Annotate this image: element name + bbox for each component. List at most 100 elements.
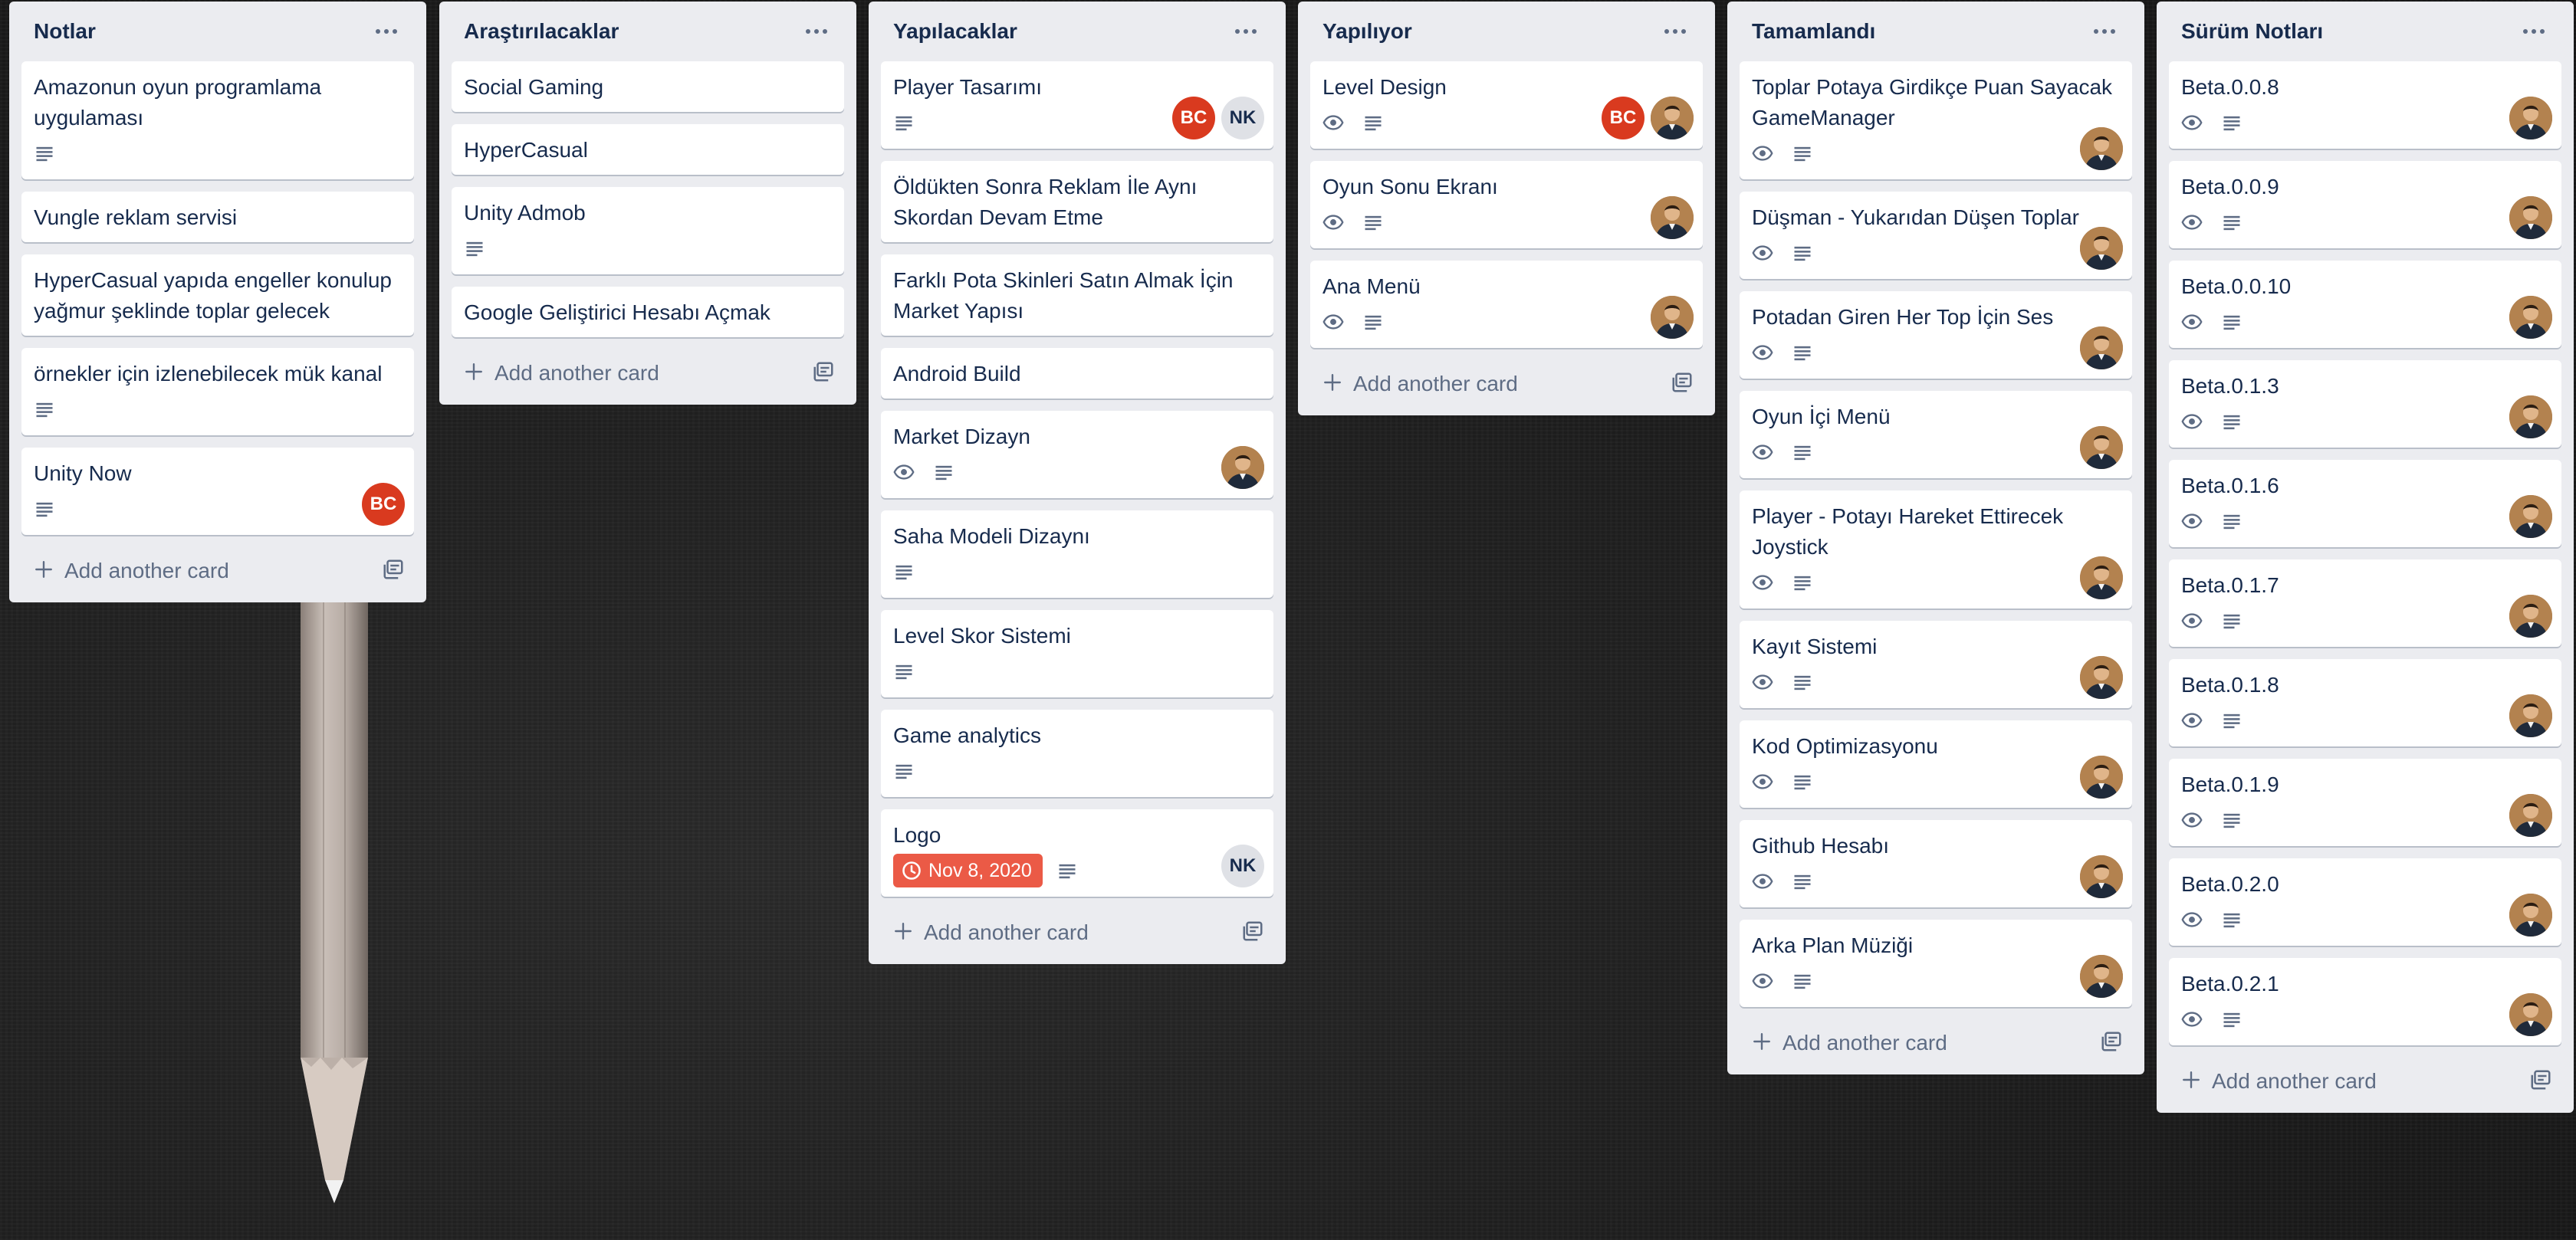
card[interactable]: Farklı Pota Skinleri Satın Almak İçin Ma… — [881, 254, 1273, 336]
card[interactable]: Kayıt Sistemi — [1740, 621, 2132, 708]
member-avatar[interactable] — [2080, 756, 2123, 799]
member-avatar[interactable] — [2080, 855, 2123, 898]
card[interactable]: Beta.0.0.10 — [2169, 261, 2561, 348]
member-avatar[interactable] — [2080, 955, 2123, 998]
card[interactable]: Öldükten Sonra Reklam İle Aynı Skordan D… — [881, 161, 1273, 242]
list-title[interactable]: Tamamlandı — [1752, 19, 1875, 44]
member-avatar-nk[interactable]: NK — [1221, 845, 1264, 887]
member-avatar[interactable] — [1651, 97, 1694, 139]
card[interactable]: Toplar Potaya Girdikçe Puan Sayacak Game… — [1740, 61, 2132, 179]
add-card-button[interactable]: Add another card — [1322, 372, 1518, 396]
list-title[interactable]: Notlar — [34, 19, 96, 44]
card[interactable]: HyperCasual yapıda engeller konulup yağm… — [21, 254, 414, 336]
member-avatar[interactable] — [2509, 296, 2552, 339]
member-avatar[interactable] — [2509, 694, 2552, 737]
add-card-label: Add another card — [1783, 1031, 1947, 1055]
more-icon[interactable] — [2518, 16, 2549, 47]
eye-icon — [2181, 406, 2221, 437]
add-card-button[interactable]: Add another card — [1752, 1031, 1947, 1055]
add-card-button[interactable]: Add another card — [34, 559, 229, 583]
card[interactable]: Beta.0.1.8 — [2169, 659, 2561, 746]
card[interactable]: Google Geliştirici Hesabı Açmak — [452, 287, 844, 337]
member-avatar[interactable] — [1651, 296, 1694, 339]
member-avatar[interactable] — [2509, 495, 2552, 538]
more-icon[interactable] — [2089, 16, 2120, 47]
member-avatar[interactable] — [2509, 97, 2552, 139]
card-members — [2080, 855, 2123, 898]
member-avatar[interactable] — [2080, 656, 2123, 699]
card[interactable]: Game analytics — [881, 710, 1273, 797]
card[interactable]: Github Hesabı — [1740, 820, 2132, 907]
card[interactable]: Beta.0.0.8 — [2169, 61, 2561, 149]
member-avatar[interactable] — [2509, 794, 2552, 837]
card[interactable]: Unity Admob — [452, 187, 844, 274]
card[interactable]: Vungle reklam servisi — [21, 192, 414, 242]
member-avatar[interactable] — [1651, 196, 1694, 239]
card[interactable]: Android Build — [881, 348, 1273, 399]
card[interactable]: Beta.0.2.1 — [2169, 958, 2561, 1045]
more-icon[interactable] — [1660, 16, 1691, 47]
due-date-badge[interactable]: Nov 8, 2020 — [893, 854, 1043, 887]
more-icon[interactable] — [371, 16, 402, 47]
template-icon[interactable] — [1241, 920, 1264, 946]
card[interactable]: Player - Potayı Hareket Ettirecek Joysti… — [1740, 490, 2132, 609]
card[interactable]: Social Gaming — [452, 61, 844, 112]
template-icon[interactable] — [2100, 1030, 2123, 1057]
card[interactable]: Potadan Giren Her Top İçin Ses — [1740, 291, 2132, 379]
card[interactable]: Beta.0.0.9 — [2169, 161, 2561, 248]
plus-icon — [2181, 1070, 2201, 1094]
template-icon[interactable] — [812, 360, 835, 387]
card[interactable]: Level Design BC — [1310, 61, 1703, 149]
more-icon[interactable] — [801, 16, 832, 47]
member-avatar[interactable] — [2080, 127, 2123, 170]
template-icon[interactable] — [2529, 1068, 2552, 1095]
card[interactable]: Player Tasarımı BC NK — [881, 61, 1273, 149]
member-avatar[interactable] — [2509, 395, 2552, 438]
card[interactable]: Beta.0.1.7 — [2169, 559, 2561, 647]
member-avatar[interactable] — [2509, 894, 2552, 937]
member-avatar[interactable] — [1221, 446, 1264, 489]
add-card-button[interactable]: Add another card — [2181, 1069, 2377, 1094]
card[interactable]: Market Dizayn — [881, 411, 1273, 498]
member-avatar-bc[interactable]: BC — [1602, 97, 1644, 139]
member-avatar[interactable] — [2509, 993, 2552, 1036]
card-members — [2509, 794, 2552, 837]
list-header: Notlar — [21, 2, 414, 61]
card[interactable]: Logo Nov 8, 2020 NK — [881, 809, 1273, 897]
card[interactable]: Ana Menü — [1310, 261, 1703, 348]
member-avatar-nk[interactable]: NK — [1221, 97, 1264, 139]
template-icon[interactable] — [1671, 371, 1694, 398]
more-icon[interactable] — [1230, 16, 1261, 47]
card[interactable]: Beta.0.2.0 — [2169, 858, 2561, 946]
card[interactable]: Beta.0.1.9 — [2169, 759, 2561, 846]
card[interactable]: Beta.0.1.6 — [2169, 460, 2561, 547]
card[interactable]: Saha Modeli Dizaynı — [881, 510, 1273, 598]
card[interactable]: Amazonun oyun programlama uygulaması — [21, 61, 414, 179]
card[interactable]: Level Skor Sistemi — [881, 610, 1273, 697]
eye-icon — [2181, 805, 2221, 835]
list-title[interactable]: Yapılıyor — [1322, 19, 1412, 44]
member-avatar[interactable] — [2080, 556, 2123, 599]
member-avatar[interactable] — [2509, 196, 2552, 239]
member-avatar[interactable] — [2080, 326, 2123, 369]
member-avatar[interactable] — [2509, 595, 2552, 638]
add-card-button[interactable]: Add another card — [893, 920, 1089, 945]
add-card-button[interactable]: Add another card — [464, 361, 659, 385]
card[interactable]: Oyun İçi Menü — [1740, 391, 2132, 478]
card[interactable]: örnekler için izlenebilecek mük kanal — [21, 348, 414, 435]
member-avatar-bc[interactable]: BC — [1172, 97, 1215, 139]
member-avatar[interactable] — [2080, 227, 2123, 270]
card[interactable]: Unity Now BC — [21, 448, 414, 535]
card[interactable]: Beta.0.1.3 — [2169, 360, 2561, 448]
list-title[interactable]: Sürüm Notları — [2181, 19, 2323, 44]
card[interactable]: Kod Optimizasyonu — [1740, 720, 2132, 808]
member-avatar[interactable] — [2080, 426, 2123, 469]
card[interactable]: HyperCasual — [452, 124, 844, 175]
template-icon[interactable] — [382, 558, 405, 585]
member-avatar-bc[interactable]: BC — [362, 483, 405, 526]
list-title[interactable]: Araştırılacaklar — [464, 19, 619, 44]
card[interactable]: Oyun Sonu Ekranı — [1310, 161, 1703, 248]
card[interactable]: Düşman - Yukarıdan Düşen Toplar — [1740, 192, 2132, 279]
list-title[interactable]: Yapılacaklar — [893, 19, 1017, 44]
card[interactable]: Arka Plan Müziği — [1740, 920, 2132, 1007]
